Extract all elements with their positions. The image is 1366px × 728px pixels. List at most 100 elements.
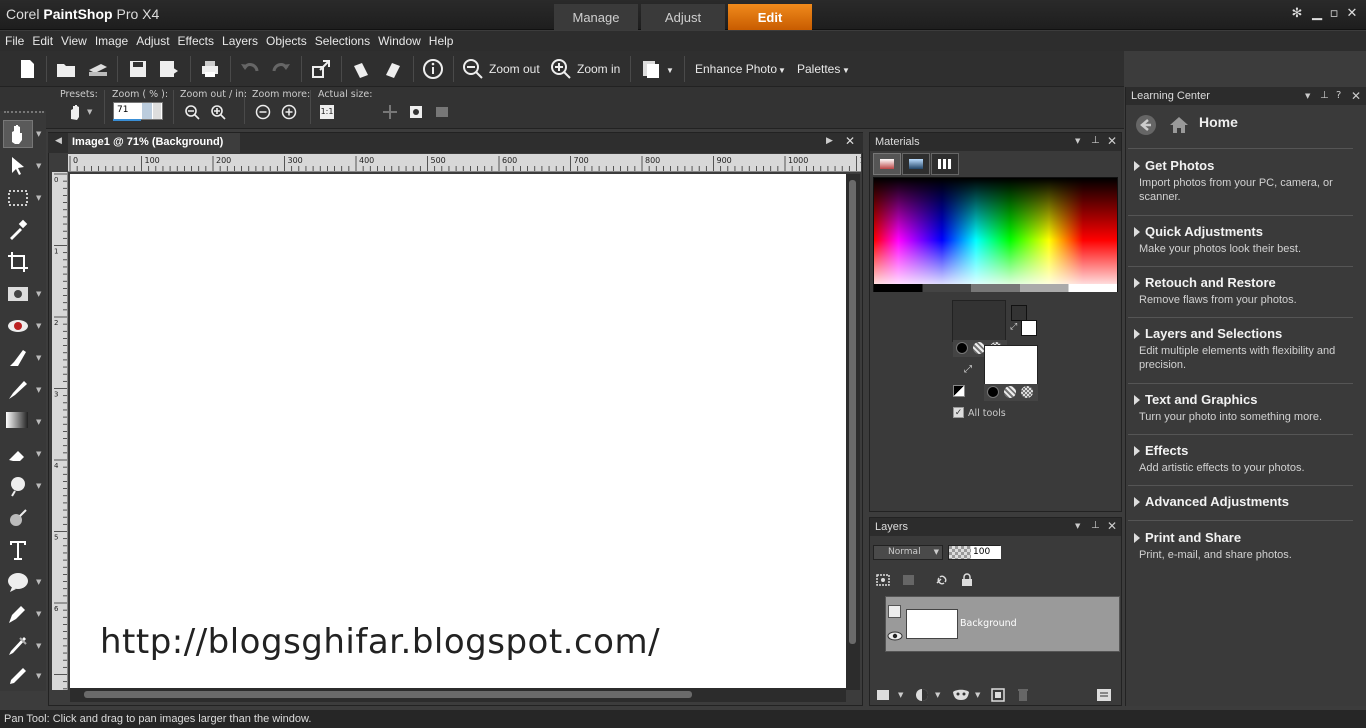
pick-tool-icon[interactable] [6, 154, 30, 178]
opacity-value[interactable]: 100 [973, 547, 990, 557]
pin-icon[interactable]: ⊥ [1091, 135, 1100, 146]
texture-icon[interactable] [1004, 386, 1016, 398]
picture-tube-icon[interactable] [6, 664, 30, 688]
menu-layers[interactable]: Layers [221, 34, 265, 48]
close-icon[interactable]: ✕ [1344, 6, 1360, 22]
foreground-color-swatch[interactable] [952, 300, 1006, 342]
lc-item-text-graphics[interactable]: Text and Graphics [1145, 392, 1257, 407]
close-image-icon[interactable]: ✕ [845, 134, 855, 148]
foreground-small-swatch[interactable] [1011, 305, 1027, 321]
new-layer-icon[interactable] [876, 688, 892, 702]
chevron-down-icon[interactable]: ▼ [36, 386, 41, 394]
chevron-down-icon[interactable]: ▼ [36, 162, 41, 170]
menu-window[interactable]: Window [377, 34, 428, 48]
expand-arrow-icon[interactable] [1134, 533, 1140, 543]
chevron-down-icon[interactable]: ▼ [1305, 92, 1310, 100]
palettes-button[interactable]: Palettes [797, 62, 840, 76]
frame-tab[interactable] [873, 153, 901, 175]
back-arrow-icon[interactable] [1135, 114, 1157, 136]
zoom-more-in-icon[interactable] [281, 104, 297, 120]
open-folder-icon[interactable] [55, 58, 77, 80]
chevron-down-icon[interactable]: ▼ [935, 691, 940, 699]
menu-view[interactable]: View [60, 34, 94, 48]
info-icon[interactable] [422, 58, 444, 80]
zoom-dropdown[interactable] [153, 103, 161, 119]
menu-objects[interactable]: Objects [265, 34, 314, 48]
tab-adjust[interactable]: Adjust [641, 4, 725, 30]
chevron-down-icon[interactable]: ▼ [36, 450, 41, 458]
expand-arrow-icon[interactable] [1134, 497, 1140, 507]
selection-tool-icon[interactable] [6, 186, 30, 210]
menu-edit[interactable]: Edit [31, 34, 60, 48]
chevron-down-icon[interactable]: ▼ [975, 691, 980, 699]
pages-icon[interactable] [640, 58, 662, 80]
expand-arrow-icon[interactable] [1134, 161, 1140, 171]
horizontal-scrollbar[interactable] [70, 688, 846, 702]
tab-edit[interactable]: Edit [728, 4, 812, 30]
help-icon[interactable]: ? [1336, 90, 1341, 101]
mask-layer-icon[interactable] [952, 688, 970, 702]
adjustment-layer-icon[interactable] [914, 688, 930, 702]
background-color-swatch[interactable] [984, 345, 1038, 385]
menu-adjust[interactable]: Adjust [135, 34, 176, 48]
scanner-icon[interactable] [87, 58, 109, 80]
minimize-icon[interactable]: ▁ [1309, 6, 1325, 22]
chevron-down-icon[interactable]: ▼ [898, 691, 903, 699]
pin-icon[interactable]: ⊥ [1320, 90, 1329, 101]
lc-item-get-photos[interactable]: Get Photos [1145, 158, 1214, 173]
rotate-right-icon[interactable] [382, 58, 404, 80]
lc-item-retouch-restore[interactable]: Retouch and Restore [1145, 275, 1276, 290]
save-icon[interactable] [127, 58, 149, 80]
chevron-down-icon[interactable]: ▼ [36, 610, 41, 618]
zoom-in-small-icon[interactable] [210, 104, 226, 120]
grid-tab[interactable] [931, 153, 959, 175]
eraser-tool-icon[interactable] [6, 442, 30, 466]
hand-preset-icon[interactable] [66, 103, 84, 121]
link-icon[interactable] [934, 573, 950, 587]
red-eye-tool-icon[interactable] [6, 314, 30, 338]
save-as-icon[interactable] [158, 58, 180, 80]
scroll-tabs-right-icon[interactable]: ▶ [826, 136, 833, 146]
expand-arrow-icon[interactable] [1134, 446, 1140, 456]
home-icon[interactable] [1168, 114, 1190, 136]
undo-icon[interactable] [239, 58, 261, 80]
menu-file[interactable]: File [4, 34, 31, 48]
text-tool-icon[interactable] [6, 538, 30, 562]
solid-color-icon[interactable] [956, 342, 968, 354]
visibility-eye-icon[interactable] [887, 630, 903, 642]
chevron-down-icon[interactable]: ▼ [36, 130, 41, 138]
solid-color-icon[interactable] [987, 386, 999, 398]
zoom-out-small-icon[interactable] [184, 104, 200, 120]
swap-colors-icon[interactable]: ⤢ [964, 364, 972, 375]
close-layers-icon[interactable]: ✕ [1107, 519, 1117, 533]
chevron-down-icon[interactable]: ▼ [36, 578, 41, 586]
art-media-icon[interactable] [6, 634, 30, 658]
chevron-down-icon[interactable]: ▼ [1075, 522, 1080, 530]
layer-menu-icon[interactable] [1096, 688, 1112, 702]
pen-tool-icon[interactable] [6, 602, 30, 626]
chevron-down-icon[interactable]: ▼ [36, 418, 41, 426]
swap-small-icon[interactable]: ⤢ [1010, 322, 1017, 332]
layer-group-icon[interactable] [876, 573, 892, 587]
grayscale-strip[interactable] [874, 284, 1117, 292]
paint-brush-icon[interactable] [6, 378, 30, 402]
straighten-tool-icon[interactable] [6, 282, 30, 306]
lc-item-print-share[interactable]: Print and Share [1145, 530, 1241, 545]
layer-properties-icon[interactable] [990, 688, 1006, 702]
zoom-more-out-icon[interactable] [255, 104, 271, 120]
reset-colors-icon[interactable] [953, 385, 965, 397]
menu-effects[interactable]: Effects [177, 34, 221, 48]
lc-item-effects[interactable]: Effects [1145, 443, 1188, 458]
chevron-down-icon[interactable]: ▼ [36, 642, 41, 650]
actual-size-icon[interactable]: 1:1 [320, 105, 334, 119]
horizontal-scroll-thumb[interactable] [84, 691, 692, 698]
chevron-down-icon[interactable]: ▼ [36, 290, 41, 298]
resize-icon[interactable] [310, 58, 332, 80]
expand-arrow-icon[interactable] [1134, 278, 1140, 288]
smudge-tool-icon[interactable] [6, 474, 30, 498]
all-tools-checkbox[interactable]: ✓ [953, 407, 964, 418]
zoom-out-button[interactable]: Zoom out [489, 62, 540, 76]
zoom-value[interactable]: 71 [117, 105, 128, 115]
blend-mode-value[interactable]: Normal [888, 547, 921, 557]
fit-window-icon[interactable] [408, 104, 424, 120]
